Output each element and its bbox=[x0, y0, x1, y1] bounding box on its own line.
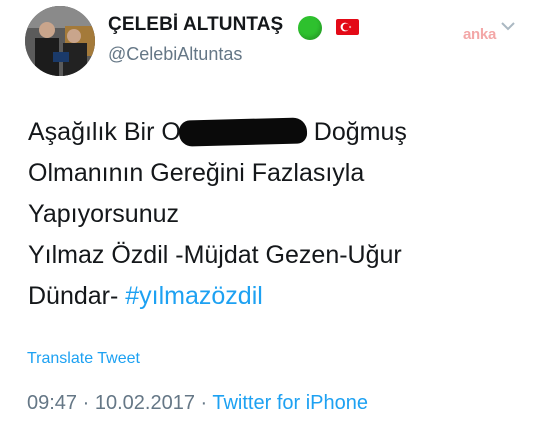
tweet-text: Aşağılık Bir O Doğmuş Olmanının Gereğini… bbox=[28, 112, 518, 317]
hashtag-link[interactable]: #yılmazözdil bbox=[125, 282, 263, 310]
tweet-date[interactable]: 10.02.2017 bbox=[95, 392, 195, 414]
author-display-name[interactable]: ÇELEBİ ALTUNTAŞ bbox=[108, 14, 283, 36]
meta-separator: · bbox=[77, 392, 95, 414]
tweet-line-5: Dündar- #yılmazözdil bbox=[28, 276, 518, 317]
tweet-line-4: Yılmaz Özdil -Müjdat Gezen-Uğur bbox=[28, 241, 402, 269]
tweet-line-2: Olmanının Gereğini Fazlasıyla bbox=[28, 159, 365, 187]
tweet-card: ÇELEBİ ALTUNTAŞ @CelebiAltuntas anka Aşa… bbox=[0, 0, 540, 426]
watermark-logo: anka bbox=[463, 26, 496, 43]
green-circle-icon bbox=[298, 16, 322, 40]
tweet-text-segment: Dündar- bbox=[28, 282, 126, 310]
tweet-line-3: Yapıyorsunuz bbox=[28, 200, 180, 228]
tweet-text-segment: Aşağılık Bir O bbox=[28, 118, 181, 146]
tweet-metadata: 09:47 · 10.02.2017 · Twitter for iPhone bbox=[27, 392, 368, 415]
redaction-scribble bbox=[178, 117, 308, 147]
chevron-down-icon[interactable] bbox=[500, 20, 516, 32]
translate-tweet-link[interactable]: Translate Tweet bbox=[27, 350, 140, 368]
tweet-time[interactable]: 09:47 bbox=[27, 392, 77, 414]
meta-separator: · bbox=[194, 392, 213, 414]
author-handle[interactable]: @CelebiAltuntas bbox=[108, 44, 242, 65]
tweet-text-segment: Doğmuş bbox=[306, 118, 407, 146]
avatar[interactable] bbox=[25, 6, 95, 76]
tweet-source-link[interactable]: Twitter for iPhone bbox=[212, 392, 368, 414]
turkey-flag-icon bbox=[336, 19, 359, 35]
tweet-line-1: Aşağılık Bir O Doğmuş bbox=[28, 112, 518, 153]
